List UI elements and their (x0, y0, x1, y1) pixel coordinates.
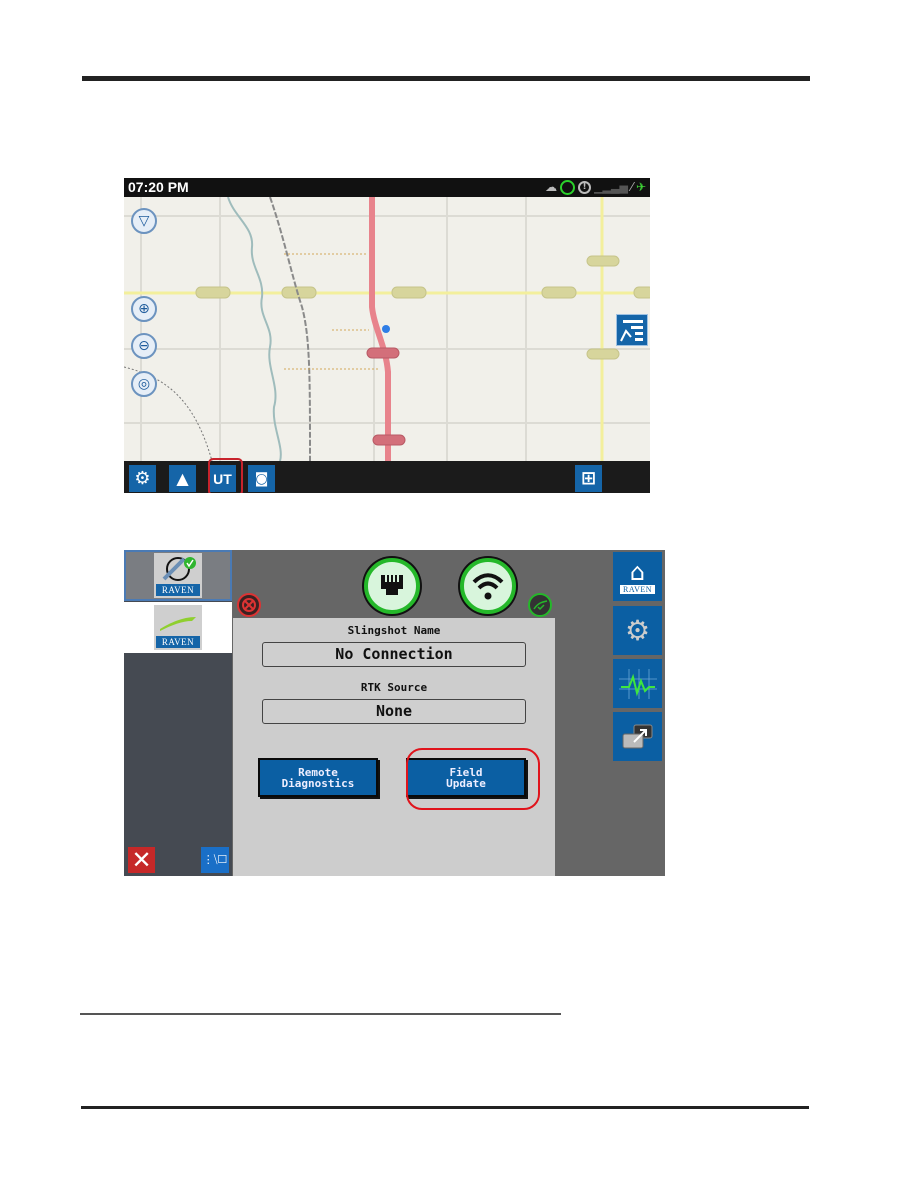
close-button[interactable]: ✕ (128, 847, 155, 873)
clock-time: 07:20 PM (128, 179, 189, 195)
switch-window-icon (622, 724, 652, 748)
map-layers-icon (620, 320, 643, 342)
app-sidebar: RAVEN RAVEN ✕ ⋮⧹☐ (124, 550, 232, 876)
map-layers-button[interactable] (616, 314, 648, 346)
bottom-toolbar: ⚙ ▲ UT ◙ ⊞ (124, 458, 650, 493)
network-tree-icon: ⋮⧹☐ (202, 853, 228, 866)
highway-label (372, 434, 406, 446)
field-update-highlight (406, 748, 540, 810)
remote-diagnostics-button[interactable]: Remote Diagnostics (258, 758, 378, 797)
bell-icon: ▲ (176, 469, 189, 488)
zoom-out-button[interactable]: ⊖ (131, 333, 157, 359)
camera-button[interactable]: ◙ (248, 465, 275, 492)
vehicle-position-marker (382, 325, 390, 333)
alerts-button[interactable]: ▲ (169, 465, 196, 492)
slingshot-app-icon (162, 557, 196, 581)
ut-button-highlight (208, 458, 243, 493)
add-layer-icon: ⊞ (580, 468, 597, 489)
wifi-icon (472, 573, 504, 600)
map-screenshot: 07:20 PM ☁ ! ▁▂▃▅ ⁄ ✈ ▽ ⊕ ⊖ ◎ ⚙ ▲ UT ◙ ⊞ (124, 178, 650, 493)
gear-icon: ⚙ (134, 468, 151, 489)
waveform-icon (618, 668, 657, 699)
steering-wheel-icon (560, 180, 576, 195)
signal-bars-icon: ▁▂▃▅ (594, 181, 628, 194)
button-label-line: Remote (298, 765, 338, 779)
filter-button[interactable]: ▽ (131, 208, 157, 234)
rtk-source-label: RTK Source (360, 681, 428, 694)
settings-button[interactable]: ⚙ (613, 606, 662, 655)
error-status-icon (237, 593, 261, 617)
guidance-app-icon (160, 617, 196, 631)
diagnostics-button[interactable] (613, 659, 662, 708)
recenter-icon: ◎ (137, 376, 151, 392)
slingshot-panel: Slingshot Name No Connection RTK Source … (233, 618, 555, 876)
raven-logo: RAVEN (156, 584, 200, 596)
footnote-rule (80, 1013, 561, 1015)
home-icon: ⌂ (629, 558, 646, 586)
highway-label (366, 347, 400, 359)
slingshot-screenshot: RAVEN RAVEN ✕ ⋮⧹☐ Slingshot Name No Conn… (124, 550, 665, 876)
status-bar: 07:20 PM ☁ ! ▁▂▃▅ ⁄ ✈ (124, 178, 650, 197)
map-view[interactable] (124, 197, 650, 461)
gps-satellite-icon: ✈ (635, 180, 646, 194)
add-layer-button[interactable]: ⊞ (575, 465, 602, 492)
camera-icon: ◙ (254, 470, 269, 487)
header-rule (82, 76, 810, 81)
recenter-button[interactable]: ◎ (131, 371, 157, 397)
close-icon: ✕ (131, 846, 152, 874)
footer-rule (81, 1106, 809, 1109)
rtk-source-field: None (262, 699, 526, 724)
ethernet-icon (381, 575, 403, 595)
network-tree-button[interactable]: ⋮⧹☐ (201, 847, 229, 873)
weather-icon: ☁ (545, 180, 558, 194)
wifi-status (460, 558, 516, 614)
filter-icon: ▽ (138, 213, 150, 229)
gears-icon: ⚙ (624, 614, 651, 647)
ethernet-status (364, 558, 420, 614)
settings-button[interactable]: ⚙ (129, 465, 156, 492)
raven-logo: RAVEN (156, 636, 200, 648)
button-label-line: Diagnostics (281, 776, 355, 790)
switch-window-button[interactable] (613, 712, 662, 761)
alarm-icon: ! (578, 181, 592, 194)
raven-logo: RAVEN (619, 585, 656, 594)
slingshot-name-field: No Connection (262, 642, 526, 667)
link-icon: ⁄ (630, 180, 633, 194)
zoom-out-icon: ⊖ (138, 338, 150, 354)
app-tile-guidance[interactable]: RAVEN (124, 602, 232, 653)
zoom-in-icon: ⊕ (138, 301, 150, 317)
home-button[interactable]: ⌂ RAVEN (613, 552, 662, 601)
slingshot-name-label: Slingshot Name (347, 624, 441, 637)
app-tile-slingshot[interactable]: RAVEN (124, 550, 232, 601)
connected-status-icon (528, 593, 552, 617)
zoom-in-button[interactable]: ⊕ (131, 296, 157, 322)
